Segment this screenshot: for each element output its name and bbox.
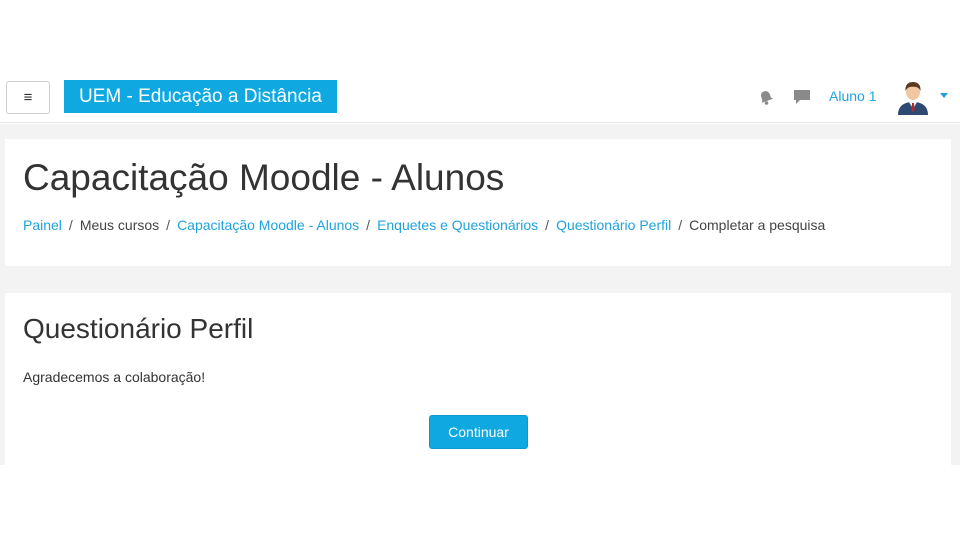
top-navbar: ≡ UEM - Educação a Distância Aluno 1 [0, 71, 960, 123]
breadcrumb-item-current: Completar a pesquisa [689, 217, 826, 233]
user-menu-name[interactable]: Aluno 1 [829, 88, 876, 104]
activity-title: Questionário Perfil [23, 313, 254, 344]
continue-button[interactable]: Continuar [429, 415, 528, 449]
breadcrumb-item-activity[interactable]: Questionário Perfil [556, 217, 671, 233]
bell-icon[interactable] [757, 88, 775, 106]
avatar[interactable] [895, 79, 931, 115]
hamburger-icon: ≡ [23, 89, 33, 106]
breadcrumb-separator: / [166, 217, 171, 233]
main-content: Questionário Perfil Agradecemos a colabo… [5, 293, 951, 465]
breadcrumb-separator: / [68, 217, 73, 233]
thank-you-message: Agradecemos a colaboração! [23, 369, 206, 385]
page-header: Capacitação Moodle - Alunos Painel / Meu… [5, 139, 951, 266]
breadcrumb: Painel / Meus cursos / Capacitação Moodl… [23, 217, 825, 233]
breadcrumb-separator: / [678, 217, 683, 233]
menu-toggle-button[interactable]: ≡ [6, 81, 50, 114]
breadcrumb-item-section[interactable]: Enquetes e Questionários [377, 217, 538, 233]
breadcrumb-separator: / [545, 217, 550, 233]
breadcrumb-item-painel[interactable]: Painel [23, 217, 62, 233]
site-brand-link[interactable]: UEM - Educação a Distância [64, 80, 337, 113]
page: ≡ UEM - Educação a Distância Aluno 1 Cap… [0, 0, 960, 540]
caret-down-icon[interactable] [940, 93, 948, 99]
breadcrumb-item-meus-cursos: Meus cursos [79, 217, 160, 233]
page-title: Capacitação Moodle - Alunos [23, 157, 505, 198]
breadcrumb-item-course[interactable]: Capacitação Moodle - Alunos [177, 217, 359, 233]
chat-icon[interactable] [793, 88, 811, 106]
breadcrumb-separator: / [366, 217, 371, 233]
